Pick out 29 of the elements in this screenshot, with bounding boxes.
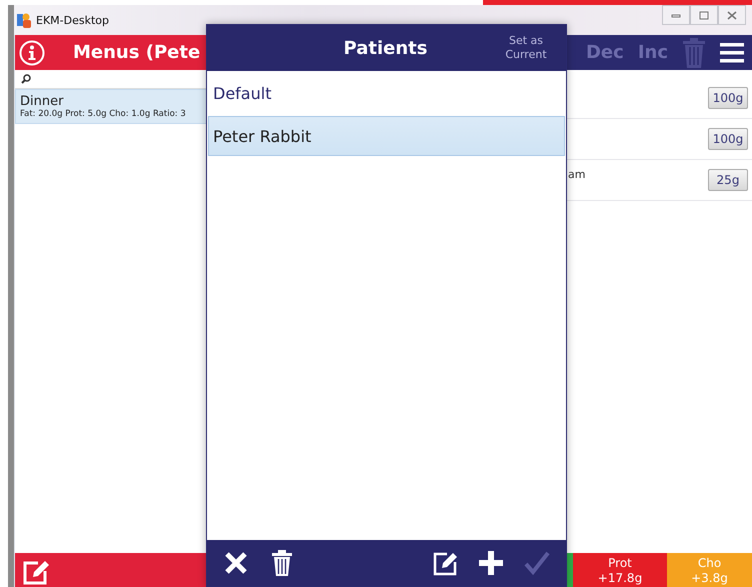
window-title: EKM-Desktop [36, 14, 109, 26]
amount-button[interactable]: 100g [708, 87, 748, 109]
patient-item[interactable]: Peter Rabbit [208, 116, 565, 156]
edit-icon[interactable] [432, 550, 458, 576]
close-icon[interactable] [223, 550, 249, 576]
trash-icon[interactable] [269, 550, 295, 576]
dialog-title: Patients [342, 38, 428, 58]
maximize-button[interactable] [690, 5, 718, 25]
total-label: Prot [607, 556, 633, 571]
total-value: +3.8g [690, 571, 729, 586]
info-icon[interactable] [19, 40, 45, 66]
food-name: am [568, 167, 586, 181]
close-button[interactable] [718, 5, 746, 25]
app-icon [17, 12, 31, 28]
menu-icon[interactable] [720, 42, 744, 64]
minimize-button[interactable] [662, 5, 690, 25]
minimize-icon [671, 12, 681, 18]
add-icon[interactable] [478, 550, 504, 576]
menu-details: Fat: 20.0g Prot: 5.0g Cho: 1.0g Ratio: 3 [20, 109, 187, 119]
total-label: Cho [696, 556, 722, 571]
set-as-current-button[interactable]: Set as Current [498, 34, 554, 62]
amount-button[interactable]: 100g [708, 128, 748, 150]
close-icon [727, 10, 737, 20]
search-icon [21, 74, 31, 84]
menu-name: Dinner [20, 94, 64, 109]
screen-title: Menus (Pete [73, 42, 200, 63]
total-value: +17.8g [596, 571, 644, 586]
maximize-icon [699, 10, 709, 20]
amount-button[interactable]: 25g [708, 169, 748, 191]
